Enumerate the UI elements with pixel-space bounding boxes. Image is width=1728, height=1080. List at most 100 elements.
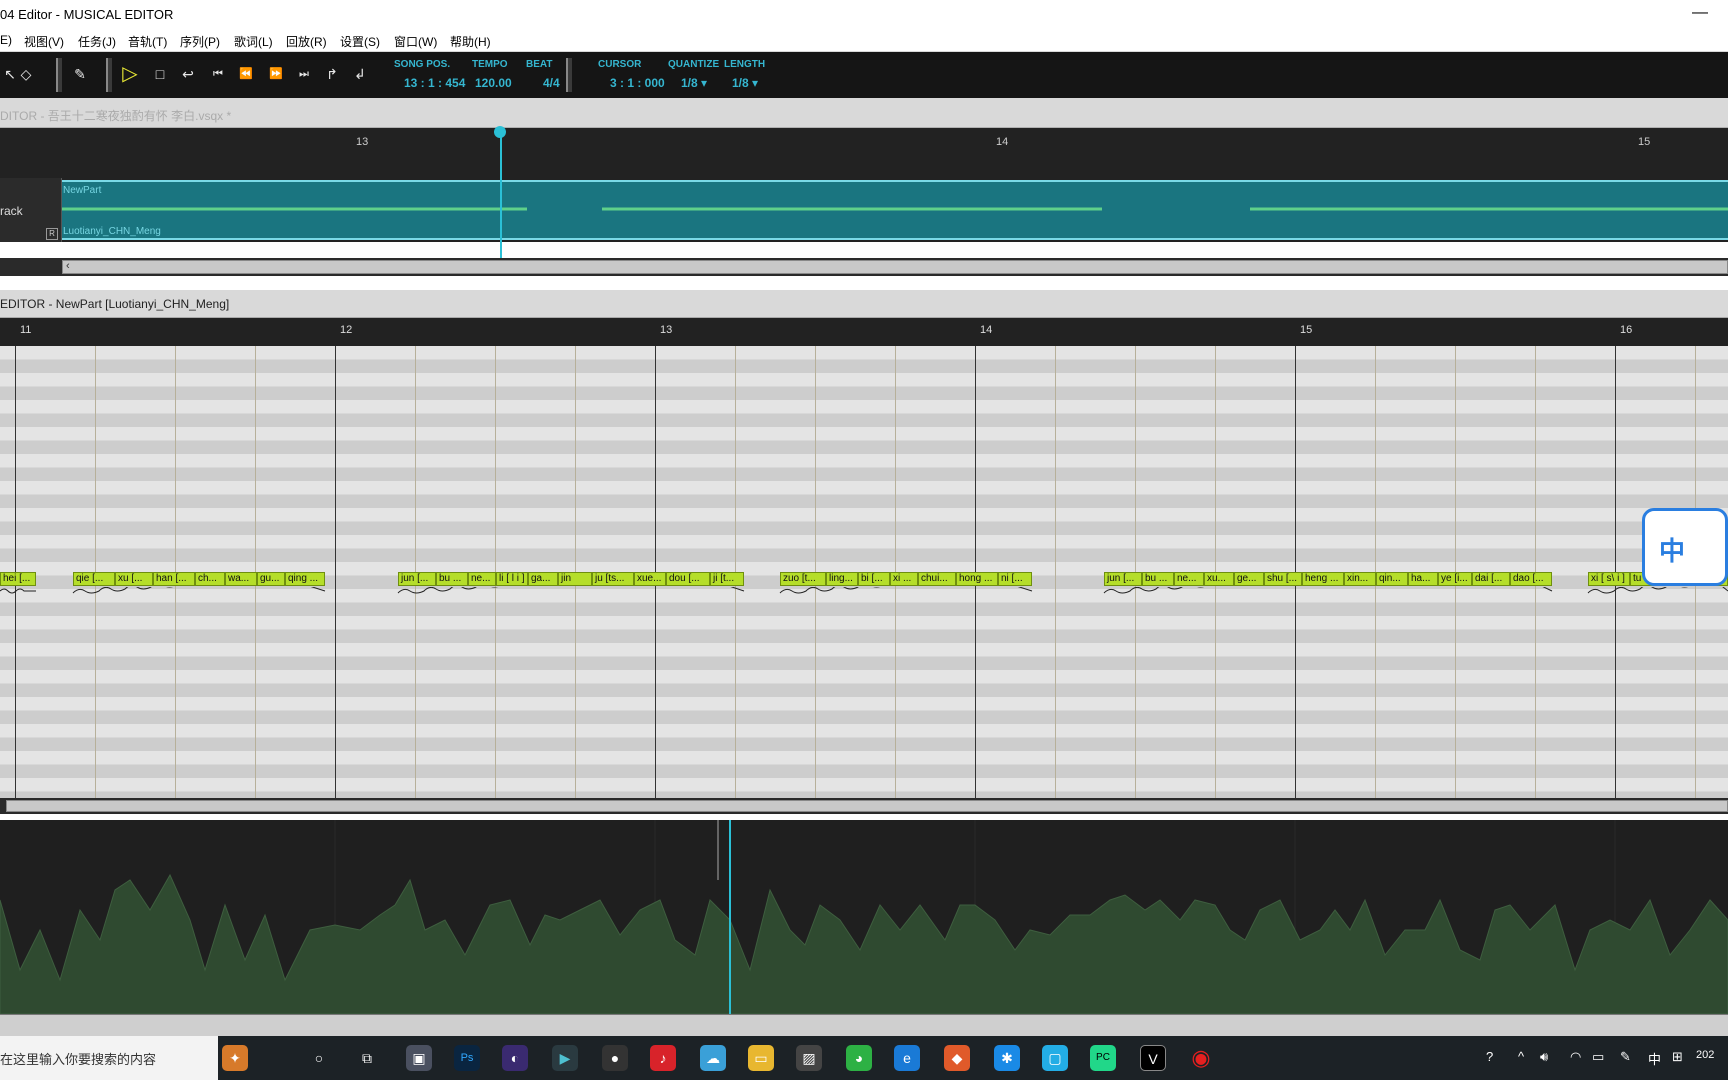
menu-edit[interactable]: E)	[0, 33, 12, 47]
taskbar-search-box[interactable]: 在这里输入你要搜索的内容	[0, 1036, 218, 1080]
note[interactable]: ye [i...	[1438, 572, 1472, 586]
app-icon[interactable]: ✱	[994, 1045, 1020, 1071]
note[interactable]: xue...	[634, 572, 666, 586]
note[interactable]: dou [...	[666, 572, 710, 586]
menu-view[interactable]: 视图(V)	[24, 33, 64, 50]
app-icon[interactable]: ▨	[796, 1045, 822, 1071]
eraser-tool-icon[interactable]: ◇	[16, 64, 36, 84]
note[interactable]: bu ...	[1142, 572, 1174, 586]
record-app-icon[interactable]: ◉	[1188, 1045, 1214, 1071]
stop-icon[interactable]: □	[150, 64, 170, 84]
record-icon[interactable]: R	[46, 228, 58, 240]
note[interactable]: shu [...	[1264, 572, 1302, 586]
battery-icon[interactable]: ▭	[1592, 1049, 1604, 1065]
note[interactable]: bi [...	[858, 572, 890, 586]
note[interactable]: qie [...	[73, 572, 115, 586]
app-icon[interactable]: ◆	[944, 1045, 970, 1071]
loop-end-icon[interactable]: ↲	[350, 64, 370, 84]
vocaloid-icon[interactable]: V	[1140, 1045, 1166, 1071]
clock[interactable]: 202	[1696, 1049, 1714, 1061]
note[interactable]: ling...	[826, 572, 858, 586]
scrollbar-track[interactable]	[62, 260, 1728, 274]
note[interactable]: ju [ts...	[592, 572, 634, 586]
note[interactable]: hong ...	[956, 572, 998, 586]
play-icon[interactable]: ▷	[120, 64, 140, 84]
bilibili-icon[interactable]: ▢	[1042, 1045, 1068, 1071]
note[interactable]: ne...	[468, 572, 496, 586]
ime-language-indicator[interactable]: 中	[1648, 1049, 1661, 1068]
note[interactable]: han [...	[153, 572, 195, 586]
note[interactable]: ji [t...	[710, 572, 744, 586]
menu-settings[interactable]: 设置(S)	[340, 33, 380, 50]
cortana-icon[interactable]: ○	[306, 1045, 332, 1071]
tempo-value[interactable]: 120.00	[475, 76, 512, 90]
note[interactable]: xu...	[1204, 572, 1234, 586]
minimize-button[interactable]: —	[1688, 4, 1712, 28]
arrangement-scrollbar[interactable]: ‹	[0, 258, 1728, 276]
edge-icon[interactable]: e	[894, 1045, 920, 1071]
menu-lyrics[interactable]: 歌词(L)	[234, 33, 273, 50]
piano-roll-scrollbar[interactable]	[0, 798, 1728, 814]
menu-playback[interactable]: 回放(R)	[286, 33, 327, 50]
help-icon[interactable]: ?	[1486, 1049, 1493, 1064]
arrangement-ruler[interactable]: 13 14 15	[0, 128, 1728, 178]
scrollbar-track[interactable]	[6, 800, 1728, 812]
note[interactable]: jun [...	[398, 572, 436, 586]
part-block[interactable]: NewPart Luotianyi_CHN_Meng	[62, 180, 1728, 240]
playhead[interactable]	[500, 128, 502, 260]
photoshop-icon[interactable]: Ps	[454, 1045, 480, 1071]
ime-floating-widget[interactable]: 中	[1642, 508, 1728, 586]
note[interactable]: li [ l i ]	[496, 572, 528, 586]
note[interactable]: xi [ s\ i ]	[1588, 572, 1630, 586]
cloud-app-icon[interactable]: ☁	[700, 1045, 726, 1071]
loop-icon[interactable]: ↩	[178, 64, 198, 84]
fast-forward-icon[interactable]: ⏩	[266, 64, 286, 84]
piano-roll-grid[interactable]: hei [... qie [... xu [... han [... ch...…	[0, 346, 1728, 798]
obs-icon[interactable]: ●	[602, 1045, 628, 1071]
note[interactable]: xi ...	[890, 572, 918, 586]
menu-help[interactable]: 帮助(H)	[450, 33, 491, 50]
note[interactable]: zuo [t...	[780, 572, 826, 586]
app-icon[interactable]: ▶	[552, 1045, 578, 1071]
note[interactable]: ge...	[1234, 572, 1264, 586]
note[interactable]: ne...	[1174, 572, 1204, 586]
piano-roll-ruler[interactable]: 11 12 13 14 15 16	[0, 318, 1728, 346]
note[interactable]: bu ...	[436, 572, 468, 586]
app-icon[interactable]: ◐	[502, 1045, 528, 1071]
wifi-icon[interactable]: ◠	[1570, 1049, 1581, 1065]
length-select[interactable]: 1/8 ▾	[732, 76, 758, 90]
playhead-marker-icon[interactable]	[494, 126, 506, 138]
rewind-icon[interactable]: ⏪	[236, 64, 256, 84]
note[interactable]: dai [...	[1472, 572, 1510, 586]
wechat-icon[interactable]: ◕	[846, 1045, 872, 1071]
scroll-left-icon[interactable]: ‹	[66, 260, 70, 272]
menu-window[interactable]: 窗口(W)	[394, 33, 437, 50]
go-start-icon[interactable]: ⏮	[208, 64, 228, 84]
note[interactable]: heng ...	[1302, 572, 1344, 586]
note[interactable]: qing ...	[285, 572, 325, 586]
note[interactable]: ga...	[528, 572, 558, 586]
menu-job[interactable]: 任务(J)	[78, 33, 116, 50]
go-end-icon[interactable]: ⏭	[294, 64, 314, 84]
note[interactable]: chui...	[918, 572, 956, 586]
pycharm-icon[interactable]: PC	[1090, 1045, 1116, 1071]
menu-track[interactable]: 音轨(T)	[128, 33, 167, 50]
search-widget-icon[interactable]: ✦	[222, 1045, 248, 1071]
note[interactable]: hei [...	[0, 572, 36, 586]
menu-part[interactable]: 序列(P)	[180, 33, 220, 50]
note[interactable]: qin...	[1376, 572, 1408, 586]
note[interactable]: ha...	[1408, 572, 1438, 586]
note[interactable]: wa...	[225, 572, 257, 586]
note[interactable]: ni [...	[998, 572, 1032, 586]
pen-icon[interactable]: ✎	[1620, 1049, 1631, 1065]
app-icon[interactable]: ▣	[406, 1045, 432, 1071]
chevron-up-icon[interactable]: ^	[1518, 1049, 1524, 1064]
control-track-panel[interactable]	[0, 820, 1728, 1014]
note[interactable]: ch...	[195, 572, 225, 586]
loop-start-icon[interactable]: ↱	[322, 64, 342, 84]
ime-mode-icon[interactable]: ⊞	[1672, 1049, 1683, 1065]
note[interactable]: xin...	[1344, 572, 1376, 586]
note[interactable]: jun [...	[1104, 572, 1142, 586]
beat-value[interactable]: 4/4	[543, 76, 560, 90]
pencil-tool-icon[interactable]: ✎	[70, 64, 90, 84]
